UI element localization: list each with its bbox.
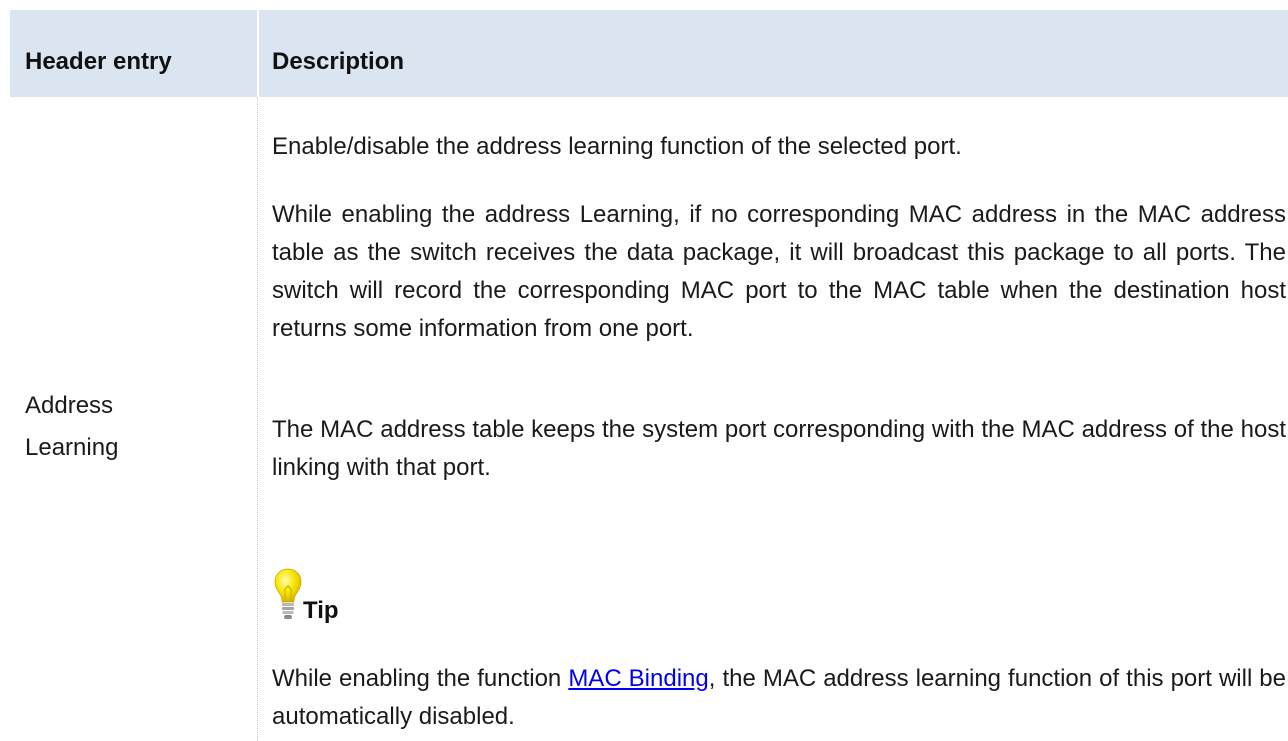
row-label-line-1: Address	[25, 392, 114, 419]
tip-text-before: While enabling the function	[272, 665, 569, 692]
lightbulb-icon	[274, 568, 302, 619]
parameter-table: Header entry Description Address Learnin…	[10, 10, 1288, 741]
header-column-divider	[257, 10, 259, 97]
table-header-row: Header entry Description	[10, 10, 1288, 97]
description-heading: Description	[272, 48, 405, 75]
header-entry-heading: Header entry	[25, 48, 172, 75]
mac-binding-link[interactable]: MAC Binding	[568, 665, 708, 692]
tip-heading: Tip	[273, 567, 473, 637]
row-label-address-learning: Address Learning	[25, 385, 235, 469]
description-paragraph-1: Enable/disable the address learning func…	[272, 133, 962, 160]
tip-label: Tip	[303, 597, 339, 624]
tip-text: While enabling the function MAC Binding,…	[272, 660, 1286, 736]
row-label-line-2: Learning	[25, 434, 119, 461]
description-paragraph-2: While enabling the address Learning, if …	[272, 201, 1286, 342]
description-paragraph-3: The MAC address table keeps the system p…	[272, 416, 1286, 481]
column-divider	[257, 97, 258, 741]
